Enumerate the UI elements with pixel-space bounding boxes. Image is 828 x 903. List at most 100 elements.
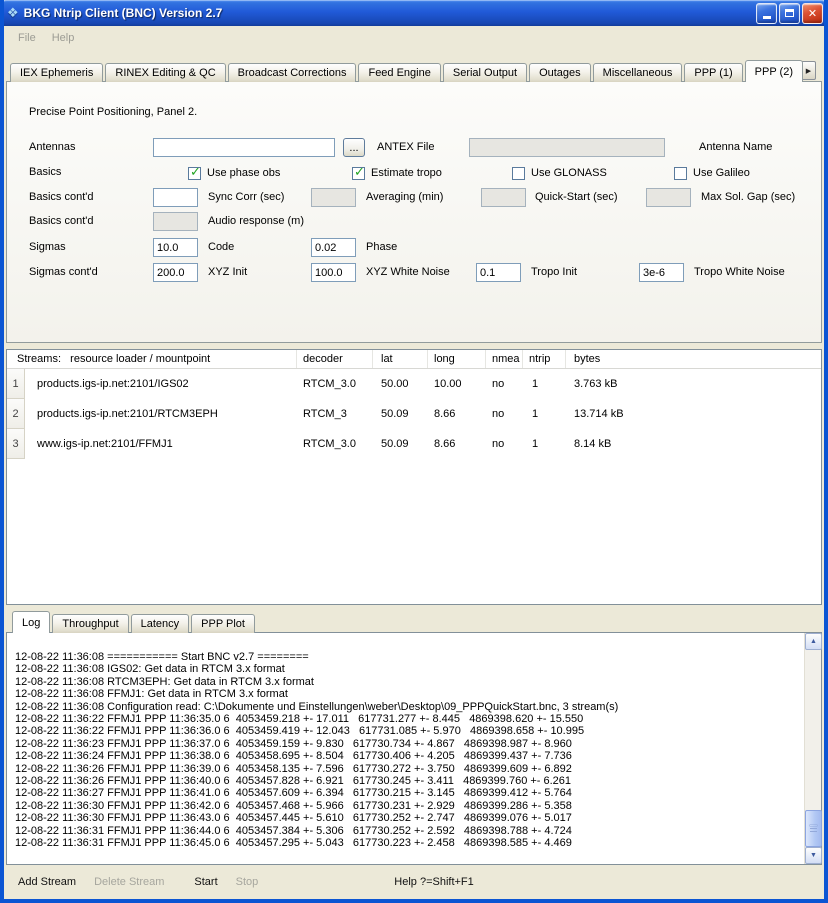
sigma-phase-label: Phase	[366, 241, 397, 253]
stream-cell-lat: 50.09	[373, 399, 428, 429]
checkbox-icon[interactable]	[352, 167, 365, 180]
sigmas-label: Sigmas	[29, 241, 66, 253]
sync-corr-input[interactable]	[153, 188, 198, 207]
bottom-toolbar-buttons: Add StreamDelete StreamStartStop	[18, 876, 276, 888]
log-scrollbar[interactable]: ▲ ▼	[804, 633, 821, 864]
maximize-button[interactable]	[779, 3, 800, 24]
antenna-name-label: Antenna Name	[699, 141, 772, 153]
use-phase-obs-label: Use phase obs	[207, 167, 280, 179]
xyz-white-noise-input[interactable]	[311, 263, 356, 282]
antex-browse-button[interactable]: ...	[343, 138, 365, 157]
stream-cell-decoder: RTCM_3	[297, 399, 373, 429]
stream-cell-mount: www.igs-ip.net:2101/FFMJ1	[25, 429, 297, 459]
basics-contd-label: Basics cont'd	[29, 191, 93, 203]
tab-ppp-2[interactable]: PPP (2)	[745, 60, 803, 82]
xyz-init-input[interactable]	[153, 263, 198, 282]
tab-scroll-right-button[interactable]: ▶	[801, 61, 816, 80]
main-tab-bar: IEX EphemerisRINEX Editing & QCBroadcast…	[4, 50, 824, 82]
log-line: 12-08-22 11:36:24 FFMJ1 PPP 11:36:38.0 6…	[15, 750, 800, 762]
tab-serial-output[interactable]: Serial Output	[443, 63, 527, 82]
use-glonass-label: Use GLONASS	[531, 167, 607, 179]
streams-column-header: ntrip	[523, 350, 566, 368]
menu-help[interactable]: Help	[44, 29, 83, 47]
scroll-up-button[interactable]: ▲	[805, 633, 822, 650]
sync-corr-label: Sync Corr (sec)	[208, 191, 284, 203]
log-line: 12-08-22 11:36:08 FFMJ1: Get data in RTC…	[15, 688, 800, 700]
stream-cell-bytes: 3.763 kB	[566, 369, 821, 399]
stream-cell-ntrip: 1	[523, 369, 566, 399]
streams-column-header: Streams: resource loader / mountpoint	[7, 350, 297, 368]
quick-start-label: Quick-Start (sec)	[535, 191, 618, 203]
basics-contd-label: Basics cont'd	[29, 215, 93, 227]
bottom-tab-log[interactable]: Log	[12, 611, 50, 633]
bottom-tab-bar: LogThroughputLatencyPPP Plot	[4, 605, 824, 633]
use-galileo-label: Use Galileo	[693, 167, 750, 179]
help-label: Help ?=Shift+F1	[394, 876, 474, 888]
bottom-tab-latency[interactable]: Latency	[131, 614, 190, 633]
sigma-code-input[interactable]	[153, 238, 198, 257]
stream-cell-ntrip: 1	[523, 399, 566, 429]
menu-file[interactable]: File	[10, 29, 44, 47]
bnc-window: ❖ BKG Ntrip Client (BNC) Version 2.7 ✕ F…	[0, 0, 828, 903]
bottom-tab-throughput[interactable]: Throughput	[52, 614, 128, 633]
tab-feed-engine[interactable]: Feed Engine	[358, 63, 440, 82]
tropo-init-label: Tropo Init	[531, 266, 577, 278]
stream-cell-long: 8.66	[428, 429, 486, 459]
log-line: 12-08-22 11:36:08 IGS02: Get data in RTC…	[15, 663, 800, 675]
log-line: 12-08-22 11:36:27 FFMJ1 PPP 11:36:41.0 6…	[15, 787, 800, 799]
antennas-input[interactable]	[153, 138, 335, 157]
log-line: 12-08-22 11:36:22 FFMJ1 PPP 11:36:36.0 6…	[15, 725, 800, 737]
use-glonass-checkbox[interactable]: Use GLONASS	[512, 164, 607, 182]
streams-column-header: decoder	[297, 350, 373, 368]
scrollbar-thumb[interactable]	[805, 810, 822, 847]
streams-column-header: bytes	[566, 350, 821, 368]
add-stream-button[interactable]: Add Stream	[18, 876, 76, 888]
log-pane: 12-08-22 11:36:08 =========== Start BNC …	[6, 632, 822, 865]
log-line: 12-08-22 11:36:31 FFMJ1 PPP 11:36:44.0 6…	[15, 825, 800, 837]
stream-row[interactable]: 3www.igs-ip.net:2101/FFMJ1RTCM_3.050.098…	[7, 429, 821, 459]
stream-row[interactable]: 1products.igs-ip.net:2101/IGS02RTCM_3.05…	[7, 369, 821, 399]
bottom-toolbar: Add StreamDelete StreamStartStop Help ?=…	[4, 865, 824, 899]
tab-iex-ephemeris[interactable]: IEX Ephemeris	[10, 63, 103, 82]
sigma-code-label: Code	[208, 241, 234, 253]
tab-ppp-1[interactable]: PPP (1)	[684, 63, 742, 82]
stream-cell-num: 1	[7, 369, 25, 399]
use-galileo-checkbox[interactable]: Use Galileo	[674, 164, 750, 182]
minimize-button[interactable]	[756, 3, 777, 24]
stream-cell-mount: products.igs-ip.net:2101/IGS02	[25, 369, 297, 399]
menu-bar: FileHelp	[4, 26, 824, 50]
stream-cell-bytes: 8.14 kB	[566, 429, 821, 459]
stream-cell-nmea: no	[486, 399, 523, 429]
stream-row[interactable]: 2products.igs-ip.net:2101/RTCM3EPHRTCM_3…	[7, 399, 821, 429]
tab-outages[interactable]: Outages	[529, 63, 591, 82]
tropo-white-noise-input[interactable]	[639, 263, 684, 282]
use-phase-obs-checkbox[interactable]: Use phase obs	[188, 164, 280, 182]
basics-label: Basics	[29, 166, 61, 178]
sigmas-contd-label: Sigmas cont'd	[29, 266, 98, 278]
maximize-icon	[785, 9, 794, 17]
tab-broadcast-corrections[interactable]: Broadcast Corrections	[228, 63, 357, 82]
stream-cell-num: 3	[7, 429, 25, 459]
close-button[interactable]: ✕	[802, 3, 823, 24]
basics-row: Basics Use phase obs Estimate tropo Use …	[7, 163, 821, 183]
stream-cell-nmea: no	[486, 369, 523, 399]
checkbox-icon[interactable]	[512, 167, 525, 180]
tropo-init-input[interactable]	[476, 263, 521, 282]
log-line: 12-08-22 11:36:08 RTCM3EPH: Get data in …	[15, 676, 800, 688]
start-button[interactable]: Start	[194, 876, 217, 888]
xyz-init-label: XYZ Init	[208, 266, 247, 278]
tab-miscellaneous[interactable]: Miscellaneous	[593, 63, 683, 82]
checkbox-icon[interactable]	[674, 167, 687, 180]
checkbox-icon[interactable]	[188, 167, 201, 180]
arrow-down-icon: ▼	[810, 852, 817, 859]
stop-button: Stop	[236, 876, 259, 888]
titlebar: ❖ BKG Ntrip Client (BNC) Version 2.7 ✕	[0, 0, 828, 26]
stream-cell-lat: 50.00	[373, 369, 428, 399]
estimate-tropo-checkbox[interactable]: Estimate tropo	[352, 164, 442, 182]
bottom-tab-ppp-plot[interactable]: PPP Plot	[191, 614, 255, 633]
tab-rinex-editing-qc[interactable]: RINEX Editing & QC	[105, 63, 225, 82]
scroll-down-button[interactable]: ▼	[805, 847, 822, 864]
stream-cell-ntrip: 1	[523, 429, 566, 459]
sigma-phase-input[interactable]	[311, 238, 356, 257]
antex-file-label: ANTEX File	[377, 141, 434, 153]
